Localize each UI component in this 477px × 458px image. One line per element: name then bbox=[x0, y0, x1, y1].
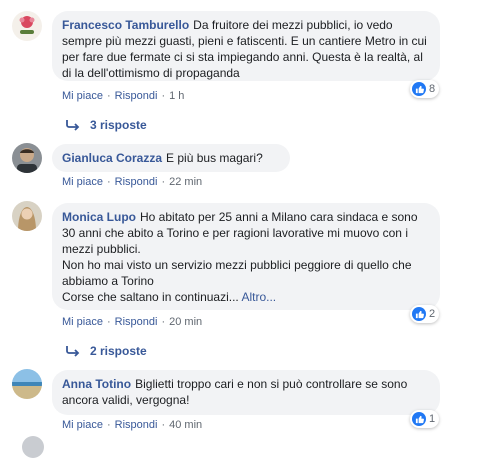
timestamp[interactable]: 22 min bbox=[169, 176, 202, 188]
avatar-image-icon bbox=[12, 143, 42, 173]
avatar[interactable] bbox=[12, 201, 42, 231]
comment-text-line-2: Non ho mai visto un servizio mezzi pubbl… bbox=[62, 258, 412, 288]
replies-count: 2 risposte bbox=[90, 344, 147, 358]
like-reaction-icon bbox=[412, 82, 426, 96]
comment-text: E più bus magari? bbox=[166, 151, 263, 165]
like-reaction-icon bbox=[412, 412, 426, 426]
reaction-count[interactable]: 8 bbox=[410, 80, 440, 98]
timestamp[interactable]: 40 min bbox=[169, 419, 202, 431]
comment-author[interactable]: Gianluca Corazza bbox=[62, 151, 162, 165]
comment-meta: Mi piace · Rispondi · 22 min bbox=[62, 176, 203, 188]
like-link[interactable]: Mi piace bbox=[62, 316, 103, 328]
comment-bubble: Francesco Tamburello Da fruitore dei mezz… bbox=[52, 11, 440, 81]
reply-link[interactable]: Rispondi bbox=[115, 316, 158, 328]
timestamp[interactable]: 20 min bbox=[169, 316, 202, 328]
avatar[interactable] bbox=[12, 143, 42, 173]
avatar-image-icon bbox=[12, 11, 42, 41]
avatar[interactable] bbox=[12, 11, 42, 41]
like-link[interactable]: Mi piace bbox=[62, 176, 103, 188]
reaction-count-number: 1 bbox=[429, 413, 436, 425]
replies-count: 3 risposte bbox=[90, 118, 147, 132]
comment-bubble: Monica Lupo Ho abitato per 25 anni a Mila… bbox=[52, 203, 440, 310]
reaction-count[interactable]: 2 bbox=[410, 305, 440, 323]
reply-arrow-icon bbox=[66, 346, 80, 357]
avatar-image-icon bbox=[12, 369, 42, 399]
comment-meta: Mi piace · Rispondi · 20 min bbox=[62, 316, 203, 328]
comment-bubble: Gianluca Corazza E più bus magari? bbox=[52, 144, 290, 172]
comment-bubble: Anna Totino Biglietti troppo cari e non s… bbox=[52, 370, 440, 415]
comment-author[interactable]: Anna Totino bbox=[62, 377, 131, 391]
comment-author[interactable]: Monica Lupo bbox=[62, 210, 136, 224]
timestamp[interactable]: 1 h bbox=[169, 90, 184, 102]
reaction-count-number: 2 bbox=[429, 308, 436, 320]
reaction-count[interactable]: 1 bbox=[410, 410, 440, 428]
view-replies-link[interactable]: 3 risposte bbox=[66, 118, 147, 132]
reply-link[interactable]: Rispondi bbox=[115, 419, 158, 431]
comment-meta: Mi piace · Rispondi · 1 h bbox=[62, 90, 185, 102]
like-reaction-icon bbox=[412, 307, 426, 321]
reaction-count-number: 8 bbox=[429, 83, 436, 95]
reply-link[interactable]: Rispondi bbox=[115, 90, 158, 102]
see-more-link[interactable]: Altro... bbox=[241, 290, 276, 304]
avatar[interactable] bbox=[22, 436, 44, 458]
avatar-image-icon bbox=[12, 201, 42, 231]
like-link[interactable]: Mi piace bbox=[62, 90, 103, 102]
avatar[interactable] bbox=[12, 369, 42, 399]
view-replies-link[interactable]: 2 risposte bbox=[66, 344, 147, 358]
comment-author[interactable]: Francesco Tamburello bbox=[62, 18, 189, 32]
comment-meta: Mi piace · Rispondi · 40 min bbox=[62, 419, 203, 431]
comment-text-line-3: Corse che saltano in continuazi... bbox=[62, 290, 239, 304]
reply-link[interactable]: Rispondi bbox=[115, 176, 158, 188]
reply-arrow-icon bbox=[66, 120, 80, 131]
like-link[interactable]: Mi piace bbox=[62, 419, 103, 431]
